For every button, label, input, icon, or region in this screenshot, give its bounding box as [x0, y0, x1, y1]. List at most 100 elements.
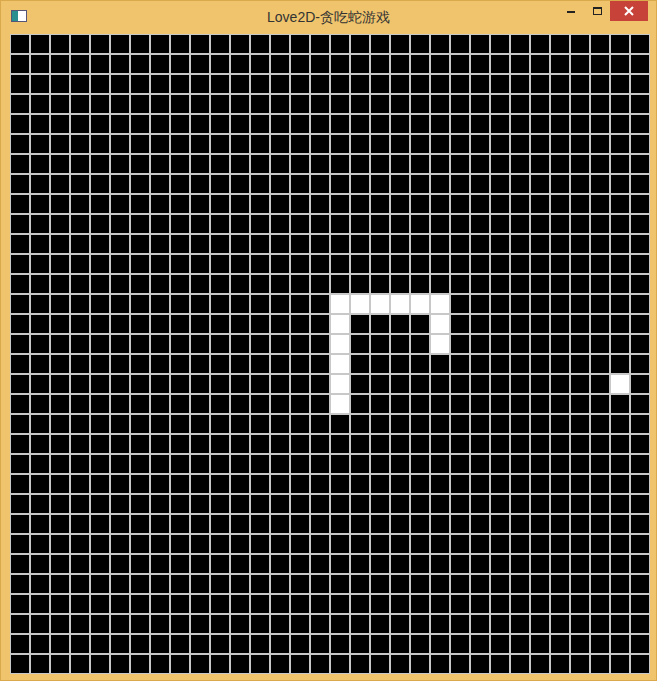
grid-cell: [591, 475, 609, 493]
grid-cell: [611, 515, 629, 533]
grid-cell: [591, 95, 609, 113]
grid-cell: [511, 595, 529, 613]
grid-cell: [391, 335, 409, 353]
grid-cell: [551, 135, 569, 153]
grid-cell: [511, 395, 529, 413]
grid-cell: [391, 435, 409, 453]
grid-cell: [251, 615, 269, 633]
grid-cell: [111, 195, 129, 213]
grid-cell: [171, 55, 189, 73]
grid-cell: [171, 355, 189, 373]
grid-cell: [291, 535, 309, 553]
grid-cell: [151, 615, 169, 633]
grid-cell: [551, 255, 569, 273]
app-icon: [11, 10, 27, 22]
grid-cell: [371, 395, 389, 413]
grid-cell: [291, 395, 309, 413]
grid-cell: [571, 255, 589, 273]
grid-cell: [291, 175, 309, 193]
grid-cell: [151, 455, 169, 473]
grid-cell: [491, 435, 509, 453]
grid-cell: [431, 555, 449, 573]
grid-cell: [231, 115, 249, 133]
grid-cell: [411, 475, 429, 493]
grid-cell: [491, 595, 509, 613]
grid-cell: [111, 575, 129, 593]
grid-cell: [191, 495, 209, 513]
minimize-icon[interactable]: [558, 1, 584, 21]
grid-cell: [211, 515, 229, 533]
grid-cell: [71, 415, 89, 433]
grid-cell: [331, 175, 349, 193]
grid-cell: [191, 375, 209, 393]
grid-cell: [551, 455, 569, 473]
grid-cell: [611, 155, 629, 173]
grid-cell: [71, 475, 89, 493]
grid-cell: [471, 335, 489, 353]
grid-cell: [471, 495, 489, 513]
grid-cell: [391, 175, 409, 193]
grid-cell: [571, 555, 589, 573]
grid-cell: [251, 595, 269, 613]
grid-cell: [551, 215, 569, 233]
grid-cell: [71, 295, 89, 313]
grid-cell: [251, 415, 269, 433]
grid-cell: [271, 575, 289, 593]
grid-cell: [91, 635, 109, 653]
grid-cell: [251, 395, 269, 413]
grid-cell: [451, 375, 469, 393]
grid-cell: [411, 135, 429, 153]
grid-cell: [131, 295, 149, 313]
grid-cell: [131, 555, 149, 573]
grid-cell: [51, 155, 69, 173]
grid-cell: [271, 515, 289, 533]
grid-cell: [451, 555, 469, 573]
grid-cell: [411, 95, 429, 113]
grid-cell: [631, 255, 649, 273]
grid-cell: [131, 235, 149, 253]
grid-cell: [411, 575, 429, 593]
snake-segment: [431, 295, 449, 313]
grid-cell: [291, 595, 309, 613]
grid-cell: [71, 55, 89, 73]
grid-cell: [611, 475, 629, 493]
grid-cell: [271, 475, 289, 493]
grid-cell: [231, 455, 249, 473]
grid-cell: [511, 115, 529, 133]
grid-cell: [271, 655, 289, 673]
grid-cell: [551, 535, 569, 553]
grid-cell: [131, 395, 149, 413]
grid-cell: [171, 95, 189, 113]
grid-cell: [331, 195, 349, 213]
grid-cell: [491, 575, 509, 593]
grid-cell: [31, 55, 49, 73]
grid-cell: [171, 575, 189, 593]
grid-cell: [531, 575, 549, 593]
grid-cell: [31, 255, 49, 273]
grid-cell: [91, 535, 109, 553]
grid-cell: [631, 115, 649, 133]
maximize-icon[interactable]: [584, 1, 610, 21]
grid-cell: [131, 435, 149, 453]
grid-cell: [91, 215, 109, 233]
grid-cell: [411, 275, 429, 293]
close-icon[interactable]: [610, 1, 648, 21]
grid-cell: [631, 155, 649, 173]
grid-cell: [431, 195, 449, 213]
snake-segment: [331, 315, 349, 333]
grid-cell: [11, 95, 29, 113]
grid-cell: [531, 175, 549, 193]
grid-cell: [631, 335, 649, 353]
grid-cell: [251, 155, 269, 173]
grid-cell: [451, 655, 469, 673]
grid-cell: [571, 515, 589, 533]
grid-cell: [431, 155, 449, 173]
grid-cell: [231, 235, 249, 253]
grid-cell: [371, 595, 389, 613]
grid-cell: [511, 455, 529, 473]
grid-cell: [511, 55, 529, 73]
grid-cell: [71, 455, 89, 473]
grid-cell: [31, 395, 49, 413]
grid-cell: [571, 495, 589, 513]
grid-cell: [311, 415, 329, 433]
